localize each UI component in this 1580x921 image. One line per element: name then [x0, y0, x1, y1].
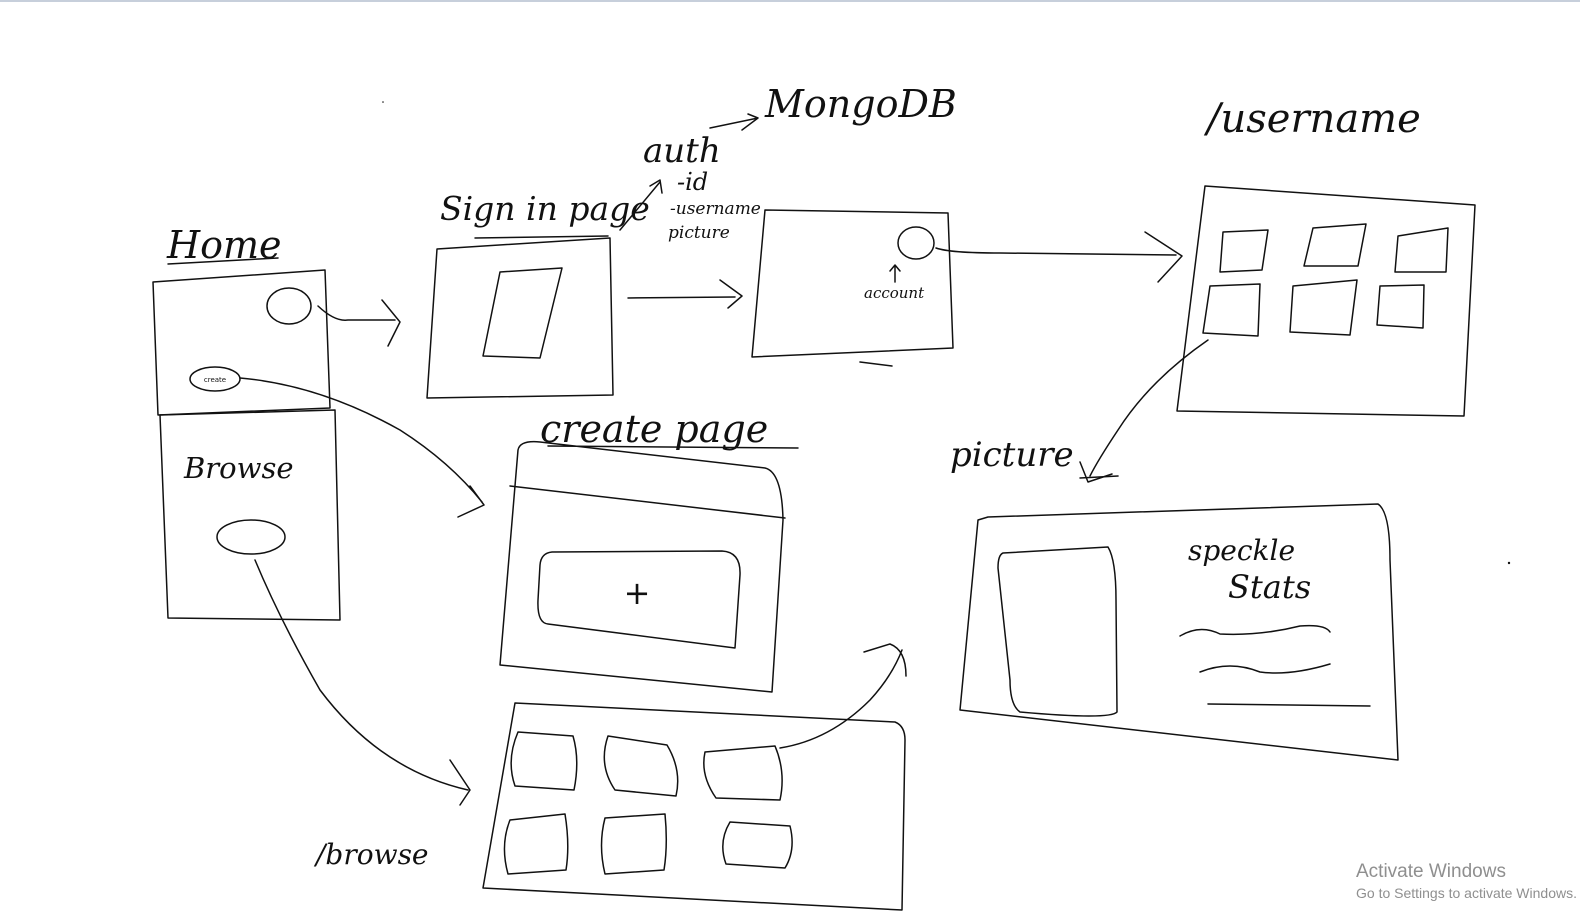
picture-text-line-3	[1207, 703, 1371, 707]
browse-thumb-1[interactable]	[510, 731, 578, 791]
picture-text-line-2	[1199, 663, 1331, 674]
browse-thumb-5[interactable]	[600, 813, 668, 875]
picture-heading-line-1: speckle	[1188, 534, 1295, 567]
account-label: account	[864, 284, 925, 302]
picture-panel	[959, 503, 1399, 761]
browse-thumb-4[interactable]	[503, 813, 569, 875]
picture-heading-line-2: Stats	[1228, 568, 1311, 606]
arrow-account-to-username	[935, 231, 1183, 283]
user-thumb-4[interactable]	[1202, 283, 1261, 337]
auth-field-username: -username	[670, 199, 761, 219]
sign-in-title: Sign in page	[440, 189, 650, 228]
home-profile-circle[interactable]	[266, 287, 312, 325]
arrow-create-to-createpage	[239, 377, 485, 518]
arrow-grid-to-picture	[779, 643, 907, 749]
user-thumb-3[interactable]	[1394, 227, 1449, 273]
user-thumb-1[interactable]	[1219, 229, 1269, 273]
browse-route-label: /browse	[313, 838, 429, 871]
browse-thumb-2[interactable]	[603, 735, 679, 797]
browse-grid-panel	[482, 702, 906, 911]
browse-thumb-3[interactable]	[703, 745, 783, 801]
auth-field-id: -id	[677, 168, 708, 196]
auth-title: auth	[643, 131, 721, 171]
flow-arrows	[239, 231, 1209, 806]
user-thumb-5[interactable]	[1289, 279, 1358, 336]
browse-thumb-6[interactable]	[722, 821, 793, 869]
stray-dot-1	[382, 101, 384, 103]
watermark-subtitle: Go to Settings to activate Windows.	[1356, 885, 1577, 901]
home-create-button-label: create	[204, 376, 226, 384]
arrow-signin-to-account	[627, 279, 743, 309]
activate-windows-watermark: Activate Windows Go to Settings to activ…	[1356, 860, 1580, 902]
stray-dot-2	[1507, 561, 1511, 565]
home-panel: create	[152, 269, 341, 621]
sign-in-panel	[426, 237, 614, 399]
user-thumb-6[interactable]	[1376, 284, 1425, 329]
picture-image-box[interactable]	[997, 546, 1118, 717]
browse-circle-button[interactable]	[216, 519, 286, 555]
create-add-symbol[interactable]: +	[624, 574, 651, 612]
create-page-title: create page	[540, 407, 768, 451]
username-panel	[1176, 185, 1476, 417]
auth-mongodb-label: MongoDB	[764, 82, 957, 126]
create-page-panel	[499, 440, 786, 693]
picture-title: picture	[950, 435, 1074, 475]
watermark-title: Activate Windows	[1356, 861, 1506, 882]
picture-text-line-1	[1179, 624, 1331, 637]
arrow-home-to-signin	[317, 299, 401, 347]
username-route-title: /username	[1203, 96, 1421, 142]
account-profile-circle[interactable]	[897, 226, 935, 260]
whiteboard-sketch: create Home Browse Sign in page auth Mon…	[152, 82, 1511, 911]
browse-title: Browse	[183, 451, 294, 485]
user-thumb-2[interactable]	[1303, 223, 1367, 267]
arrow-browse-to-grid	[254, 559, 471, 806]
auth-field-picture: picture	[668, 223, 730, 243]
